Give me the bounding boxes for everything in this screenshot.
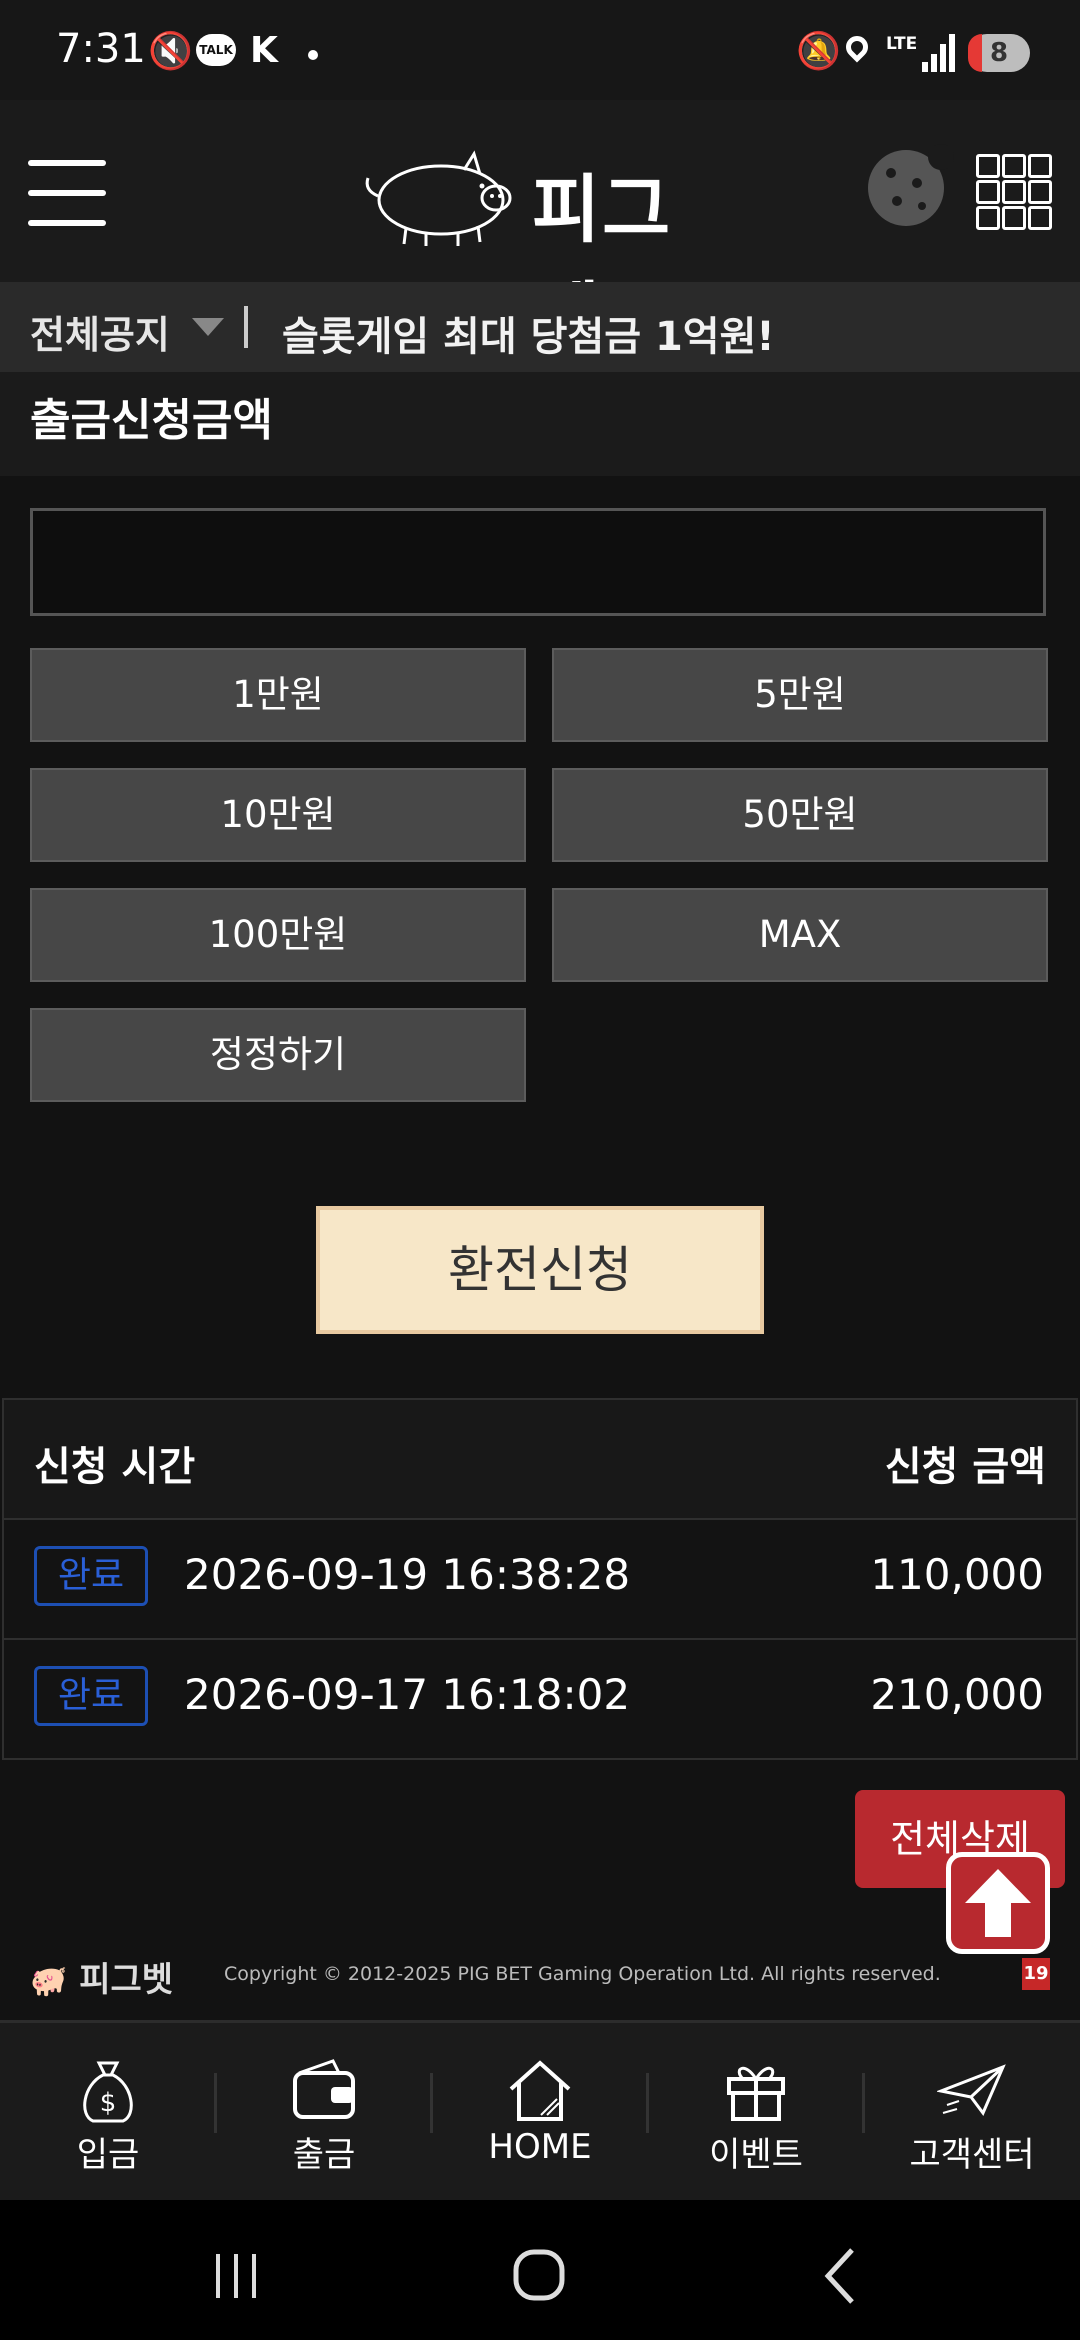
section-header: 출금신청금액 xyxy=(0,372,1080,476)
location-icon xyxy=(841,31,873,63)
system-nav-bar xyxy=(0,2200,1080,2340)
status-bar: 7:31 🔇 TALK K 🔕 LTE 8 xyxy=(0,0,1080,100)
app-header: 피그벳 xyxy=(0,100,1080,360)
amount-button-100k[interactable]: 10만원 xyxy=(30,768,526,862)
wallet-icon xyxy=(293,2059,355,2119)
chevron-down-icon[interactable] xyxy=(192,318,224,336)
home-circle-icon xyxy=(513,2249,565,2301)
amount-button-500k[interactable]: 50만원 xyxy=(552,768,1048,862)
amount-button-1m[interactable]: 100만원 xyxy=(30,888,526,982)
back-icon xyxy=(824,2248,854,2304)
arrow-up-icon xyxy=(965,1869,1031,1937)
pig-logo-icon xyxy=(365,150,512,246)
back-button[interactable] xyxy=(800,2240,880,2310)
k-app-icon: K xyxy=(250,30,278,71)
dot-icon xyxy=(308,50,318,60)
recent-apps-icon xyxy=(216,2254,256,2298)
battery-low-indicator xyxy=(968,34,982,72)
request-amount: 210,000 xyxy=(870,1670,1044,1719)
divider xyxy=(244,306,248,348)
logo[interactable]: 피그벳 xyxy=(356,140,736,360)
signal-icon xyxy=(922,34,956,72)
home-button[interactable] xyxy=(500,2240,580,2310)
footer-brand: 피그벳 xyxy=(79,1960,174,2000)
nav-home[interactable]: HOME xyxy=(432,2023,648,2203)
nav-label: 이벤트 xyxy=(709,2135,803,2175)
nav-label: 고객센터 xyxy=(909,2135,1035,2175)
nav-event[interactable]: 이벤트 xyxy=(648,2023,864,2203)
reset-button[interactable]: 정정하기 xyxy=(30,1008,526,1102)
copyright-text: Copyright © 2012-2025 PIG BET Gaming Ope… xyxy=(224,1963,941,1985)
menu-icon[interactable] xyxy=(28,160,106,228)
svg-text:$: $ xyxy=(100,2088,117,2118)
nav-deposit[interactable]: $ 입금 xyxy=(0,2023,216,2203)
table-row: 완료 2026-09-19 16:38:28 110,000 xyxy=(4,1520,1076,1640)
notice-bar: 전체공지 슬롯게임 최대 당첨금 1억원! xyxy=(0,282,1080,372)
nav-label: 출금 xyxy=(292,2135,356,2175)
talk-icon: TALK xyxy=(196,34,236,66)
withdraw-amount-input[interactable] xyxy=(30,508,1046,616)
exchange-request-button[interactable]: 환전신청 xyxy=(316,1206,764,1334)
column-header-time: 신청 시간 xyxy=(34,1444,196,1490)
vibrate-mute-icon: 🔕 xyxy=(796,31,841,72)
amount-button-50k[interactable]: 5만원 xyxy=(552,648,1048,742)
notice-label[interactable]: 전체공지 xyxy=(30,304,170,359)
request-time: 2026-09-17 16:18:02 xyxy=(184,1670,631,1719)
notice-text[interactable]: 슬롯게임 최대 당첨금 1억원! xyxy=(282,304,775,362)
status-badge: 완료 xyxy=(34,1546,148,1606)
recent-apps-button[interactable] xyxy=(196,2240,276,2310)
nav-label: HOME xyxy=(488,2127,592,2167)
status-badge: 완료 xyxy=(34,1666,148,1726)
page-title: 출금신청금액 xyxy=(30,395,273,446)
gift-icon xyxy=(727,2066,785,2121)
footer-logo: 🐖 피그벳 xyxy=(30,1952,173,2001)
apps-grid-icon[interactable] xyxy=(976,154,1052,230)
home-icon xyxy=(509,2060,571,2121)
column-header-amount: 신청 금액 xyxy=(884,1444,1046,1490)
paper-plane-icon xyxy=(937,2064,1006,2116)
pig-icon: 🐖 xyxy=(30,1964,68,1999)
request-time: 2026-09-19 16:38:28 xyxy=(184,1550,631,1599)
scroll-top-button[interactable] xyxy=(946,1852,1050,1954)
withdraw-history-table: 신청 시간 신청 금액 완료 2026-09-19 16:38:28 110,0… xyxy=(2,1398,1078,1760)
mute-icon: 🔇 xyxy=(148,31,193,72)
money-bag-icon: $ xyxy=(83,2061,133,2123)
bottom-nav: $ 입금 출금 HOME 이벤트 고객센터 xyxy=(0,2020,1080,2203)
request-amount: 110,000 xyxy=(870,1550,1044,1599)
age-restriction-badge: 19 xyxy=(1022,1958,1050,1990)
table-header: 신청 시간 신청 금액 xyxy=(4,1400,1076,1520)
status-time: 7:31 xyxy=(56,26,146,72)
table-row: 완료 2026-09-17 16:18:02 210,000 xyxy=(4,1640,1076,1760)
amount-button-10k[interactable]: 1만원 xyxy=(30,648,526,742)
amount-button-max[interactable]: MAX xyxy=(552,888,1048,982)
nav-withdraw[interactable]: 출금 xyxy=(216,2023,432,2203)
nav-support[interactable]: 고객센터 xyxy=(864,2023,1080,2203)
network-type: LTE xyxy=(886,34,918,54)
cookie-icon[interactable] xyxy=(868,144,954,226)
nav-label: 입금 xyxy=(76,2135,140,2175)
